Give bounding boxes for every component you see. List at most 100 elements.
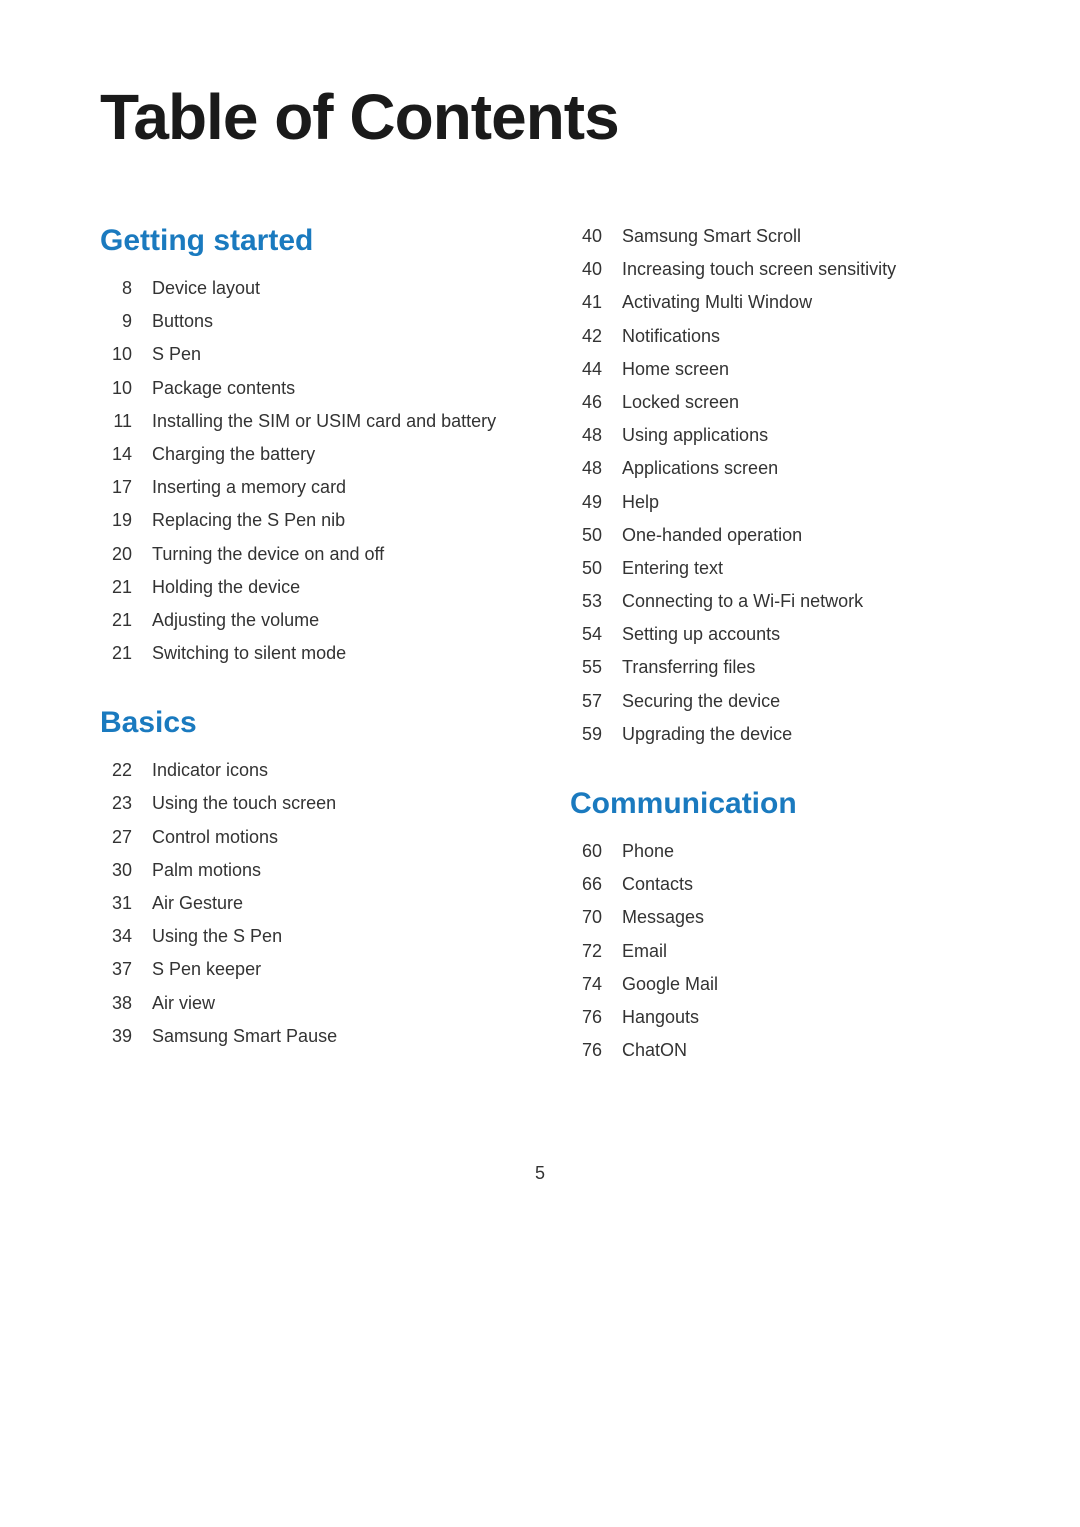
item-text: Increasing touch screen sensitivity: [622, 257, 980, 282]
page-num: 57: [570, 689, 602, 714]
item-text: Using applications: [622, 423, 980, 448]
list-item: 48Using applications: [570, 423, 980, 448]
page-num: 37: [100, 957, 132, 982]
page-title: Table of Contents: [100, 80, 980, 154]
item-text: Switching to silent mode: [152, 641, 510, 666]
list-item: 50Entering text: [570, 556, 980, 581]
item-text: Turning the device on and off: [152, 542, 510, 567]
list-item: 21Switching to silent mode: [100, 641, 510, 666]
list-item: 59Upgrading the device: [570, 722, 980, 747]
list-item: 66Contacts: [570, 872, 980, 897]
page-num: 41: [570, 290, 602, 315]
item-text: Control motions: [152, 825, 510, 850]
item-text: Palm motions: [152, 858, 510, 883]
section-heading-basics: Basics: [100, 706, 510, 740]
list-item: 44Home screen: [570, 357, 980, 382]
page-num: 60: [570, 839, 602, 864]
list-item: 40 Samsung Smart Scroll: [570, 224, 980, 249]
right-column: 40 Samsung Smart Scroll 40 Increasing touch…: [570, 224, 980, 1103]
page-num: 23: [100, 791, 132, 816]
item-text: One-handed operation: [622, 523, 980, 548]
item-text: Using the touch screen: [152, 791, 510, 816]
page-num: 31: [100, 891, 132, 916]
item-text: Setting up accounts: [622, 622, 980, 647]
page-num: 21: [100, 608, 132, 633]
list-item: 74Google Mail: [570, 972, 980, 997]
list-item: 70Messages: [570, 905, 980, 930]
basics-list: 22Indicator icons23Using the touch scree…: [100, 758, 510, 1049]
page-num: 39: [100, 1024, 132, 1049]
item-text: Locked screen: [622, 390, 980, 415]
getting-started-list: 8Device layout9Buttons10S Pen10Package c…: [100, 276, 510, 666]
list-item: 14Charging the battery: [100, 442, 510, 467]
left-column: Getting started 8Device layout9Buttons10…: [100, 224, 510, 1103]
item-text: Messages: [622, 905, 980, 930]
item-text: Adjusting the volume: [152, 608, 510, 633]
item-text: Transferring files: [622, 655, 980, 680]
item-text: Email: [622, 939, 980, 964]
item-text: Samsung Smart Pause: [152, 1024, 510, 1049]
item-text: Notifications: [622, 324, 980, 349]
list-item: 10Package contents: [100, 376, 510, 401]
page-num: 11: [100, 409, 132, 434]
list-item: 10S Pen: [100, 342, 510, 367]
item-text: Replacing the S Pen nib: [152, 508, 510, 533]
list-item: 27 Control motions: [100, 825, 510, 850]
item-text: S Pen keeper: [152, 957, 510, 982]
page-num: 17: [100, 475, 132, 500]
list-item: 50 One-handed operation: [570, 523, 980, 548]
page-num: 55: [570, 655, 602, 680]
list-item: 31 Air Gesture: [100, 891, 510, 916]
page-num: 50: [570, 556, 602, 581]
item-text: Holding the device: [152, 575, 510, 600]
list-item: 48Applications screen: [570, 456, 980, 481]
list-item: 60Phone: [570, 839, 980, 864]
section-heading-communication: Communication: [570, 787, 980, 821]
page-num: 40: [570, 257, 602, 282]
list-item: 30Palm motions: [100, 858, 510, 883]
page-num: 72: [570, 939, 602, 964]
list-item: 20 Turning the device on and off: [100, 542, 510, 567]
page-num: 66: [570, 872, 602, 897]
item-text: Package contents: [152, 376, 510, 401]
page-num: 14: [100, 442, 132, 467]
section-heading-getting-started: Getting started: [100, 224, 510, 258]
list-item: 46Locked screen: [570, 390, 980, 415]
list-item: 21Holding the device: [100, 575, 510, 600]
page-num: 22: [100, 758, 132, 783]
item-text: Air view: [152, 991, 510, 1016]
page-num: 9: [100, 309, 132, 334]
page-number: 5: [100, 1163, 980, 1184]
list-item: 34Using the S Pen: [100, 924, 510, 949]
item-text: Using the S Pen: [152, 924, 510, 949]
item-text: Samsung Smart Scroll: [622, 224, 980, 249]
page-num: 44: [570, 357, 602, 382]
item-text: Google Mail: [622, 972, 980, 997]
page-num: 27: [100, 825, 132, 850]
item-text: S Pen: [152, 342, 510, 367]
list-item: 23 Using the touch screen: [100, 791, 510, 816]
list-item: 38 Air view: [100, 991, 510, 1016]
page-num: 50: [570, 523, 602, 548]
item-text: Upgrading the device: [622, 722, 980, 747]
item-text: Connecting to a Wi-Fi network: [622, 589, 980, 614]
page-num: 40: [570, 224, 602, 249]
item-text: Air Gesture: [152, 891, 510, 916]
page-num: 53: [570, 589, 602, 614]
page-num: 76: [570, 1005, 602, 1030]
list-item: 57 Securing the device: [570, 689, 980, 714]
page-num: 42: [570, 324, 602, 349]
list-item: 54Setting up accounts: [570, 622, 980, 647]
item-text: Securing the device: [622, 689, 980, 714]
item-text: Applications screen: [622, 456, 980, 481]
item-text: ChatON: [622, 1038, 980, 1063]
page-num: 38: [100, 991, 132, 1016]
list-item: 11Installing the SIM or USIM card and ba…: [100, 409, 510, 434]
list-item: 37 S Pen keeper: [100, 957, 510, 982]
item-text: Help: [622, 490, 980, 515]
page-num: 8: [100, 276, 132, 301]
list-item: 9Buttons: [100, 309, 510, 334]
list-item: 72 Email: [570, 939, 980, 964]
page-num: 76: [570, 1038, 602, 1063]
page-num: 20: [100, 542, 132, 567]
